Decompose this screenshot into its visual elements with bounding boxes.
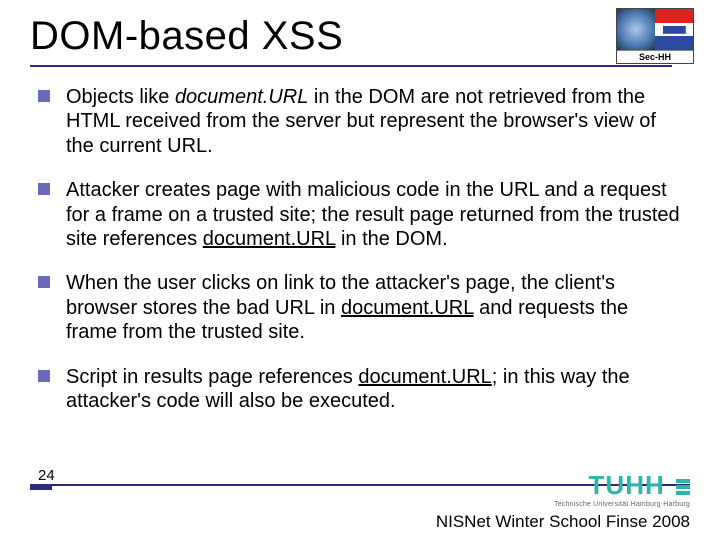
- bullet-item: When the user clicks on link to the atta…: [36, 271, 682, 344]
- badge-label: Sec-HH: [617, 50, 693, 63]
- code-ref: document.URL: [358, 366, 491, 388]
- bullet-item: Attacker creates page with malicious cod…: [36, 178, 682, 251]
- bullet-item: Script in results page references docume…: [36, 365, 682, 414]
- slide-title: DOM-based XSS: [30, 14, 690, 59]
- org-logo-text: TUHH: [589, 470, 665, 500]
- org-logo: TUHH Technische Universität Hamburg-Harb…: [554, 470, 690, 508]
- page-number: 24: [38, 467, 55, 484]
- code-ref: document.URL: [175, 86, 308, 108]
- globe-icon: [617, 9, 655, 50]
- footer-text: NISNet Winter School Finse 2008: [436, 512, 690, 532]
- slide: Sec-HH DOM-based XSS Objects like docume…: [0, 0, 720, 540]
- bullet-item: Objects like document.URL in the DOM are…: [36, 85, 682, 158]
- org-logo-bars-icon: [676, 477, 690, 497]
- sec-hh-badge: Sec-HH: [616, 8, 694, 64]
- accent-rule: [30, 486, 52, 490]
- hamburg-flag-icon: [655, 9, 693, 50]
- bullet-list: Objects like document.URL in the DOM are…: [30, 85, 690, 413]
- code-ref: document.URL: [341, 297, 474, 319]
- title-rule: [30, 65, 672, 67]
- code-ref: document.URL: [203, 228, 336, 250]
- org-subtext: Technische Universität Hamburg-Harburg: [554, 501, 690, 508]
